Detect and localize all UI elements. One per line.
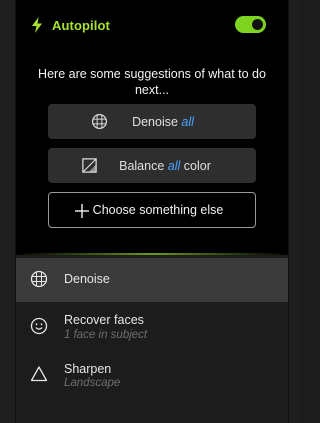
choose-something-else-button[interactable]: Choose something else — [48, 192, 256, 228]
list-item-sharpen[interactable]: Sharpen Landscape — [16, 354, 288, 400]
autopilot-toggle[interactable] — [235, 16, 266, 33]
suggestion-denoise-text: Denoise — [132, 114, 178, 129]
suggestion-balance-label: Balance all color — [119, 159, 211, 173]
list-item-sharpen-detail: Landscape — [64, 377, 121, 389]
list-item-recover-faces-label: Recover faces — [64, 313, 144, 327]
suggestion-balance-accent: all — [167, 158, 181, 173]
list-item-sharpen-label: Sharpen — [64, 362, 112, 376]
right-scrollbar-strip[interactable] — [288, 0, 300, 423]
list-item-denoise-label: Denoise — [64, 272, 110, 286]
lightning-bolt-icon — [32, 17, 42, 33]
suggestion-balance-text: Balance — [119, 158, 165, 173]
panel-bottom-glow — [16, 253, 288, 255]
suggestion-denoise-label: Denoise all — [132, 115, 194, 129]
list-item-recover-faces[interactable]: Recover faces 1 face in subject — [16, 305, 288, 351]
denoise-grid-icon — [91, 113, 108, 130]
suggestion-balance-suffix: color — [183, 158, 211, 173]
plus-icon — [75, 204, 89, 218]
suggestions-prompt: Here are some suggestions of what to do … — [38, 67, 266, 97]
autopilot-panel: Autopilot Here are some suggestions of w… — [16, 0, 288, 255]
autopilot-title: Autopilot — [52, 18, 110, 33]
list-item-denoise[interactable]: Denoise — [16, 258, 288, 302]
choose-something-else-label: Choose something else — [92, 203, 224, 217]
triangle-icon — [30, 366, 48, 382]
smiley-face-icon — [30, 317, 48, 335]
left-sidebar-strip — [0, 0, 16, 423]
autopilot-header: Autopilot — [16, 12, 288, 38]
suggestion-denoise-accent: all — [181, 114, 194, 129]
suggestion-balance-button[interactable]: Balance all color — [48, 148, 256, 183]
balance-square-icon — [82, 158, 97, 173]
denoise-grid-icon — [30, 270, 48, 288]
suggestion-denoise-button[interactable]: Denoise all — [48, 104, 256, 139]
toggle-knob — [252, 19, 263, 30]
list-item-recover-faces-detail: 1 face in subject — [64, 329, 148, 341]
